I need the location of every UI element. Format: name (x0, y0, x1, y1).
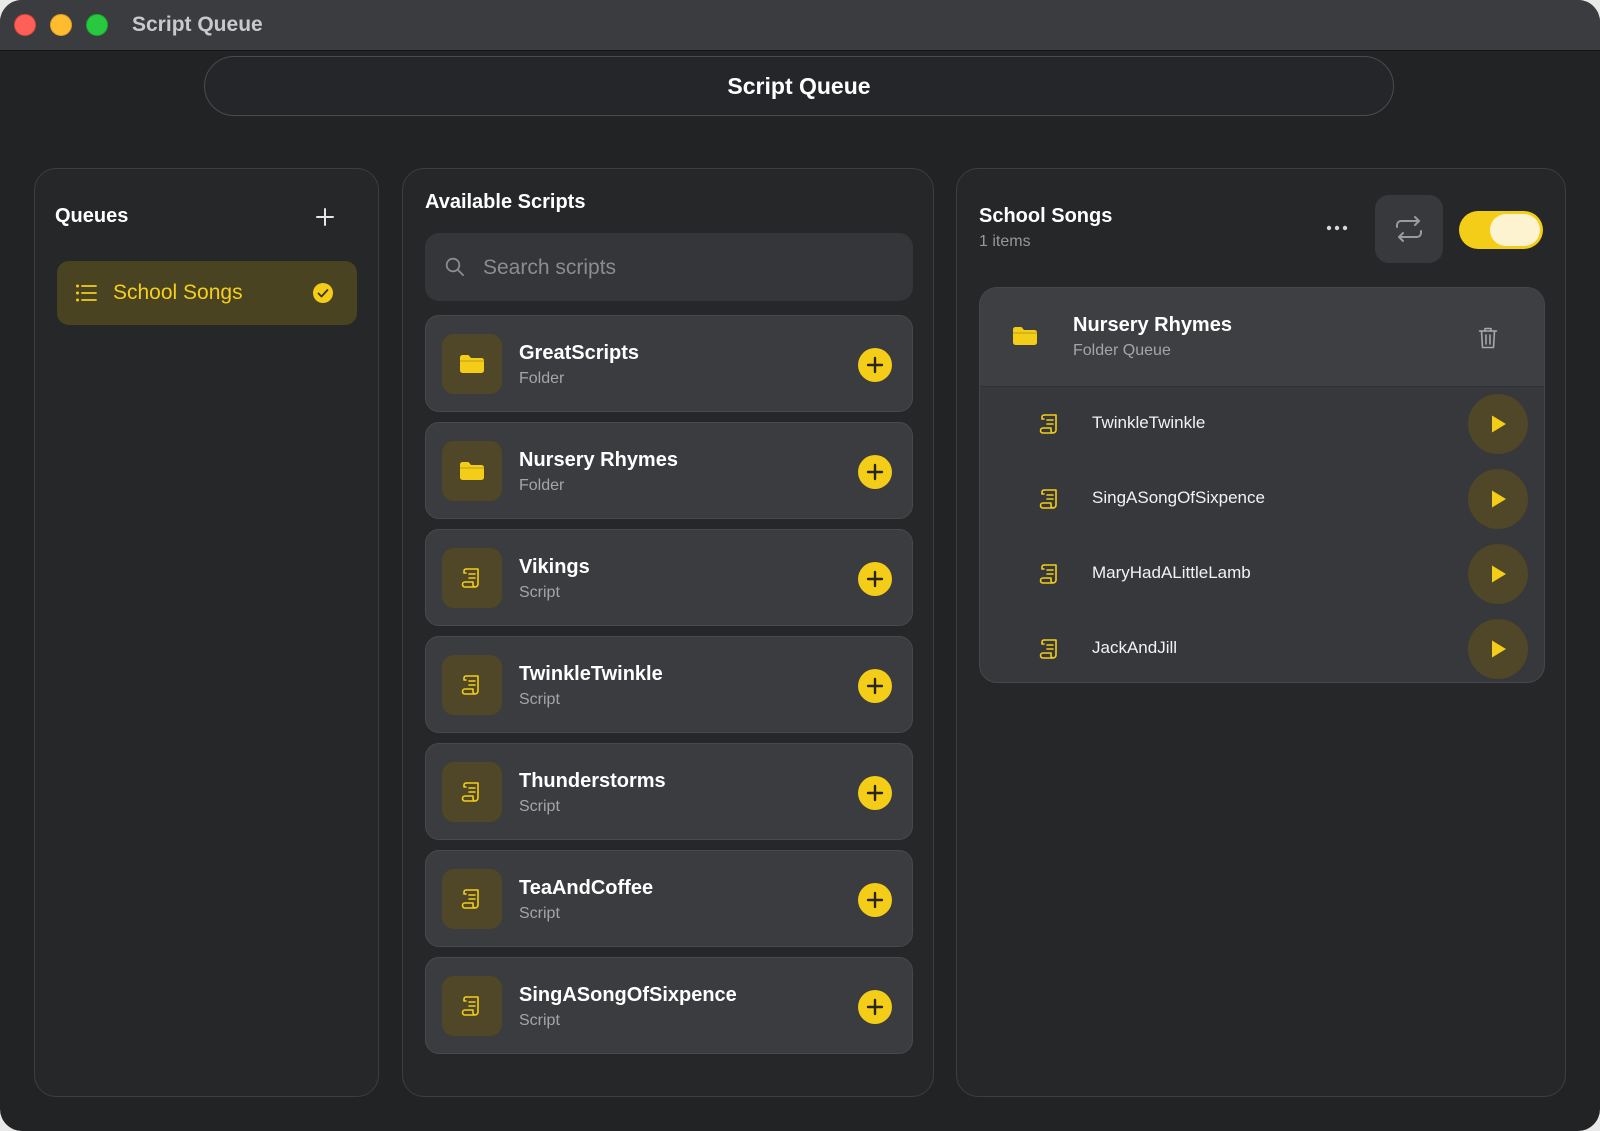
play-button[interactable] (1468, 394, 1528, 454)
script-card-nursery-rhymes[interactable]: Nursery Rhymes Folder (425, 422, 913, 519)
scroll-icon (1039, 564, 1057, 584)
script-card-vikings[interactable]: Vikings Script (425, 529, 913, 626)
plus-icon (866, 463, 884, 481)
scroll-icon (1039, 639, 1057, 659)
folder-queue-item-singasongofsixpence: SingASongOfSixpence (980, 462, 1544, 537)
scroll-icon (442, 869, 502, 929)
queue-detail-panel: School Songs 1 items Nursery Rhymes Fold… (956, 168, 1566, 1097)
plus-icon (866, 998, 884, 1016)
header-title: Script Queue (727, 72, 871, 99)
queue-item-label: School Songs (113, 281, 243, 304)
script-kind: Script (519, 905, 560, 922)
script-kind: Script (519, 584, 560, 601)
script-card-greatscripts[interactable]: GreatScripts Folder (425, 315, 913, 412)
folder-queue-item-label: TwinkleTwinkle (1092, 413, 1206, 432)
folder-queue-item-jackandjill: JackAndJill (980, 612, 1544, 682)
list-icon (76, 284, 97, 302)
play-icon (1492, 640, 1506, 658)
script-kind: Script (519, 798, 560, 815)
zoom-window-button[interactable] (86, 14, 108, 36)
folder-queue-item-label: JackAndJill (1092, 638, 1178, 657)
folder-icon (442, 441, 502, 501)
available-scripts-panel: Available Scripts GreatScripts Folder Nu… (402, 168, 934, 1097)
search-input[interactable] (481, 233, 905, 303)
plus-icon (866, 677, 884, 695)
folder-icon (442, 334, 502, 394)
plus-icon (316, 208, 334, 226)
plus-icon (866, 784, 884, 802)
delete-folder-queue-button[interactable] (1474, 324, 1502, 352)
queues-panel: Queues School Songs (34, 168, 379, 1097)
queue-item-school-songs[interactable]: School Songs (57, 261, 357, 325)
script-kind: Script (519, 691, 560, 708)
scroll-icon (1039, 489, 1057, 509)
more-options-button[interactable] (1319, 213, 1355, 243)
folder-queue-card: Nursery Rhymes Folder Queue TwinkleTwink… (979, 287, 1545, 683)
script-name: GreatScripts (519, 342, 640, 364)
header-bar: Script Queue (204, 56, 1394, 116)
title-bar: Script Queue (0, 0, 1600, 51)
folder-queue-title: Nursery Rhymes (1073, 314, 1232, 336)
window-title: Script Queue (132, 13, 263, 36)
add-queue-button[interactable] (309, 201, 341, 233)
folder-icon (1013, 327, 1037, 345)
play-button[interactable] (1468, 469, 1528, 529)
script-name: TwinkleTwinkle (519, 663, 663, 685)
folder-queue-item-twinkletwinkle: TwinkleTwinkle (980, 387, 1544, 462)
queue-item-count: 1 items (979, 233, 1031, 250)
plus-icon (866, 570, 884, 588)
script-kind: Folder (519, 477, 565, 494)
script-name: Vikings (519, 556, 590, 578)
play-icon (1492, 490, 1506, 508)
ellipsis-icon (1326, 225, 1348, 231)
queue-detail-title: School Songs (979, 205, 1113, 227)
scroll-icon (442, 762, 502, 822)
script-kind: Script (519, 1012, 560, 1029)
script-name: Nursery Rhymes (519, 449, 678, 471)
queues-heading: Queues (55, 205, 129, 227)
play-button[interactable] (1468, 544, 1528, 604)
folder-queue-item-label: MaryHadALittleLamb (1092, 563, 1251, 582)
trash-icon (1478, 327, 1498, 349)
play-icon (1492, 415, 1506, 433)
script-card-singasongofsixpence[interactable]: SingASongOfSixpence Script (425, 957, 913, 1054)
search-box (425, 233, 913, 303)
repeat-button[interactable] (1375, 195, 1443, 263)
script-name: TeaAndCoffee (519, 877, 654, 899)
play-icon (1492, 565, 1506, 583)
queue-enabled-toggle[interactable] (1459, 211, 1543, 249)
add-script-button[interactable] (858, 669, 892, 703)
checkmark-circle-icon (313, 283, 333, 303)
add-script-button[interactable] (858, 883, 892, 917)
app-window: Script Queue Script Queue Queues School … (0, 0, 1600, 1131)
script-card-teaandcoffee[interactable]: TeaAndCoffee Script (425, 850, 913, 947)
add-script-button[interactable] (858, 348, 892, 382)
toggle-knob (1490, 214, 1540, 246)
add-script-button[interactable] (858, 455, 892, 489)
scripts-heading: Available Scripts (425, 191, 586, 213)
scroll-icon (442, 548, 502, 608)
scroll-icon (442, 655, 502, 715)
scroll-icon (442, 976, 502, 1036)
script-card-twinkletwinkle[interactable]: TwinkleTwinkle Script (425, 636, 913, 733)
script-name: SingASongOfSixpence (519, 984, 737, 1006)
folder-queue-item-maryhadalittlelamb: MaryHadALittleLamb (980, 537, 1544, 612)
repeat-icon (1396, 216, 1422, 242)
add-script-button[interactable] (858, 562, 892, 596)
folder-queue-item-label: SingASongOfSixpence (1092, 488, 1265, 507)
script-name: Thunderstorms (519, 770, 666, 792)
add-script-button[interactable] (858, 776, 892, 810)
minimize-window-button[interactable] (50, 14, 72, 36)
close-window-button[interactable] (14, 14, 36, 36)
search-icon (445, 257, 464, 276)
plus-icon (866, 356, 884, 374)
script-kind: Folder (519, 370, 565, 387)
add-script-button[interactable] (858, 990, 892, 1024)
scroll-icon (1039, 414, 1057, 434)
play-button[interactable] (1468, 619, 1528, 679)
folder-queue-header: Nursery Rhymes Folder Queue (980, 288, 1544, 387)
plus-icon (866, 891, 884, 909)
folder-queue-subtitle: Folder Queue (1073, 342, 1171, 359)
script-card-thunderstorms[interactable]: Thunderstorms Script (425, 743, 913, 840)
